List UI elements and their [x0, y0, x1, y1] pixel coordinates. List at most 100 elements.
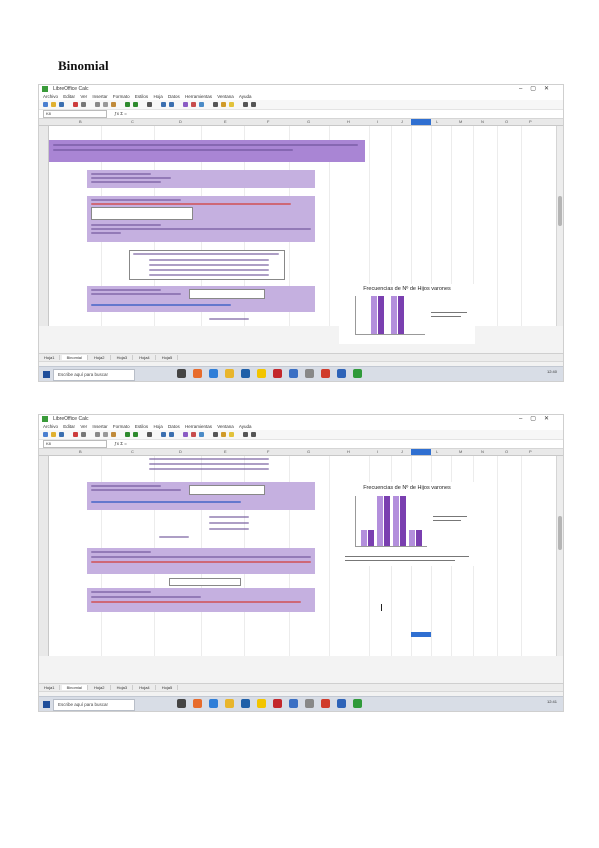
- special-char-icon[interactable]: [213, 102, 218, 107]
- menu-item[interactable]: Formato: [113, 424, 130, 429]
- firefox-icon[interactable]: [193, 369, 202, 378]
- menu-item[interactable]: Herramientas: [185, 94, 212, 99]
- clock[interactable]: 12:40: [547, 369, 557, 374]
- new-doc-icon[interactable]: [43, 102, 48, 107]
- app-icon[interactable]: [289, 699, 298, 708]
- menu-item[interactable]: Archivo: [43, 424, 58, 429]
- menu-item[interactable]: Datos: [168, 424, 180, 429]
- insert-col-icon[interactable]: [169, 432, 174, 437]
- redo-icon[interactable]: [133, 102, 138, 107]
- menu-item[interactable]: Ayuda: [239, 424, 252, 429]
- menu-item[interactable]: Ver: [80, 424, 87, 429]
- clock[interactable]: 12:41: [547, 699, 557, 704]
- windows-start-icon[interactable]: [43, 371, 50, 378]
- menu-item[interactable]: Estilos: [135, 424, 148, 429]
- sheet-tab-active[interactable]: Binomial: [61, 355, 88, 360]
- explorer-icon[interactable]: [257, 369, 266, 378]
- app-icon[interactable]: [321, 369, 330, 378]
- menu-item[interactable]: Formato: [113, 94, 130, 99]
- save-icon[interactable]: [59, 102, 64, 107]
- sheet-grid[interactable]: Frecuencias de Nº de Hijos varones: [39, 456, 563, 656]
- undo-icon[interactable]: [125, 102, 130, 107]
- sort-icon[interactable]: [183, 432, 188, 437]
- cut-icon[interactable]: [95, 102, 100, 107]
- sheet-tab[interactable]: Hoja5: [156, 685, 179, 690]
- comment-icon[interactable]: [229, 432, 234, 437]
- find-icon[interactable]: [147, 432, 152, 437]
- header-footer-icon[interactable]: [243, 102, 248, 107]
- insert-row-icon[interactable]: [161, 102, 166, 107]
- sheet-grid[interactable]: Frecuencias de Nº de Hijos varones: [39, 126, 563, 344]
- copy-icon[interactable]: [103, 432, 108, 437]
- edge-icon[interactable]: [209, 699, 218, 708]
- save-icon[interactable]: [59, 432, 64, 437]
- pivot-icon[interactable]: [199, 102, 204, 107]
- menu-item[interactable]: Editar: [63, 94, 75, 99]
- new-doc-icon[interactable]: [43, 432, 48, 437]
- sheet-tab[interactable]: Hoja1: [39, 685, 61, 690]
- pdf-icon[interactable]: [73, 432, 78, 437]
- find-icon[interactable]: [147, 102, 152, 107]
- menu-item[interactable]: Hoja: [153, 94, 162, 99]
- menu-item[interactable]: Insertar: [92, 424, 107, 429]
- explorer-icon[interactable]: [257, 699, 266, 708]
- menu-item[interactable]: Herramientas: [185, 424, 212, 429]
- open-icon[interactable]: [51, 102, 56, 107]
- windows-start-icon[interactable]: [43, 701, 50, 708]
- function-wizard-icon[interactable]: ƒx Σ =: [114, 111, 127, 116]
- menu-item[interactable]: Editar: [63, 424, 75, 429]
- app-icon[interactable]: [305, 369, 314, 378]
- app-icon[interactable]: [273, 369, 282, 378]
- menu-item[interactable]: Ventana: [217, 94, 234, 99]
- pivot-icon[interactable]: [199, 432, 204, 437]
- comment-icon[interactable]: [229, 102, 234, 107]
- menu-item[interactable]: Estilos: [135, 94, 148, 99]
- menu-item[interactable]: Datos: [168, 94, 180, 99]
- open-icon[interactable]: [51, 432, 56, 437]
- header-footer-icon[interactable]: [243, 432, 248, 437]
- sheet-tab[interactable]: Hoja5: [156, 355, 179, 360]
- sort-icon[interactable]: [183, 102, 188, 107]
- window-controls[interactable]: –▢✕: [519, 415, 557, 423]
- menu-item[interactable]: Ver: [80, 94, 87, 99]
- paste-icon[interactable]: [111, 432, 116, 437]
- app-icon[interactable]: [273, 699, 282, 708]
- vertical-scrollbar[interactable]: [556, 456, 563, 656]
- paste-icon[interactable]: [111, 102, 116, 107]
- special-char-icon[interactable]: [213, 432, 218, 437]
- print-icon[interactable]: [81, 432, 86, 437]
- writer-icon[interactable]: [337, 369, 346, 378]
- vertical-scrollbar[interactable]: [556, 126, 563, 326]
- pdf-icon[interactable]: [73, 102, 78, 107]
- menu-item[interactable]: Hoja: [153, 424, 162, 429]
- name-box[interactable]: K8: [43, 440, 107, 448]
- sheet-tab[interactable]: Hoja2: [89, 355, 111, 360]
- sheet-tab[interactable]: Hoja3: [111, 355, 134, 360]
- chrome-icon[interactable]: [225, 369, 234, 378]
- sheet-tab[interactable]: Hoja2: [89, 685, 111, 690]
- sheet-tab[interactable]: Hoja4: [134, 355, 156, 360]
- function-wizard-icon[interactable]: ƒx Σ =: [114, 441, 127, 446]
- taskbar-search[interactable]: Escribe aquí para buscar: [53, 369, 135, 381]
- insert-row-icon[interactable]: [161, 432, 166, 437]
- app-icon[interactable]: [289, 369, 298, 378]
- chrome-icon[interactable]: [225, 699, 234, 708]
- calc-icon[interactable]: [353, 699, 362, 708]
- store-icon[interactable]: [241, 699, 250, 708]
- frequency-chart[interactable]: Frecuencias de Nº de Hijos varones: [339, 284, 475, 344]
- print-icon[interactable]: [81, 102, 86, 107]
- sheet-tab[interactable]: Hoja4: [134, 685, 156, 690]
- window-controls[interactable]: –▢✕: [519, 85, 557, 93]
- frequency-chart[interactable]: Frecuencias de Nº de Hijos varones: [339, 482, 475, 566]
- insert-col-icon[interactable]: [169, 102, 174, 107]
- app-icon[interactable]: [321, 699, 330, 708]
- store-icon[interactable]: [241, 369, 250, 378]
- chart-icon[interactable]: [191, 432, 196, 437]
- redo-icon[interactable]: [133, 432, 138, 437]
- writer-icon[interactable]: [337, 699, 346, 708]
- sheet-tab[interactable]: Hoja1: [39, 355, 61, 360]
- freeze-icon[interactable]: [251, 432, 256, 437]
- menu-item[interactable]: Insertar: [92, 94, 107, 99]
- undo-icon[interactable]: [125, 432, 130, 437]
- cut-icon[interactable]: [95, 432, 100, 437]
